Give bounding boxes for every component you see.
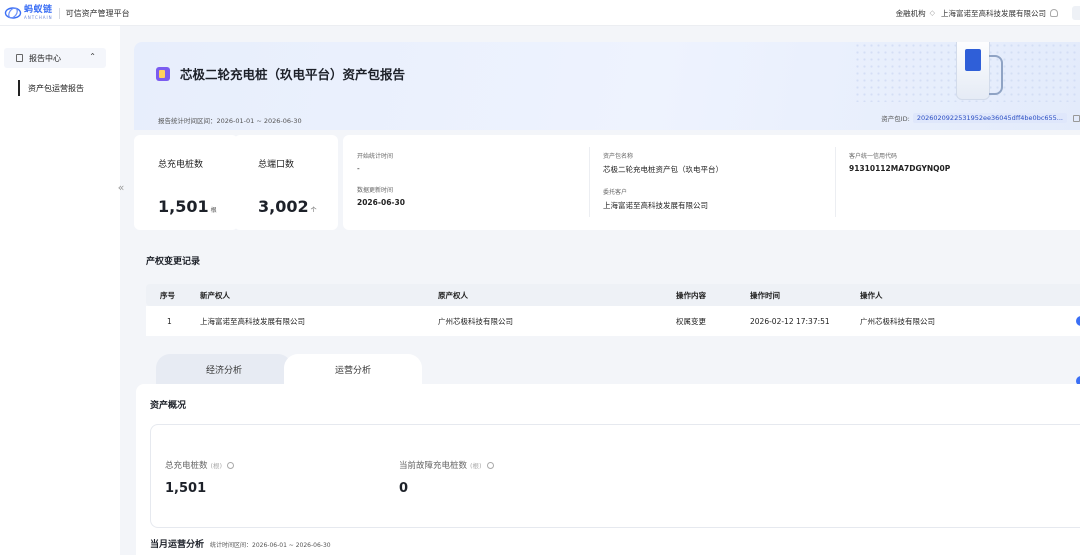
report-meta-row: 报告统计时间区间：2026-01-01 ~ 2026-06-30 资产包ID: … bbox=[134, 107, 1080, 131]
logo-name: 蚂蚁链 bbox=[24, 5, 53, 15]
table-cell: 广州芯极科技有限公司 bbox=[860, 316, 935, 326]
overview-total-piles: 总充电桩数 (根) 1,501 bbox=[165, 459, 235, 496]
asset-info-card: 开始统计时间 - 数据更新时间 2026-06-30 资产包名称 芯极二轮充电桩… bbox=[343, 135, 1080, 230]
table-cell: 权属变更 bbox=[676, 316, 706, 326]
stat-unit: 个 bbox=[310, 207, 317, 214]
divider bbox=[589, 147, 590, 217]
info-value: 91310112MA7DGYNQ0P bbox=[849, 164, 951, 173]
info-value: 2026-06-30 bbox=[357, 198, 405, 207]
ownership-section-title: 产权变更记录 bbox=[146, 257, 201, 267]
logo-divider bbox=[58, 7, 60, 19]
sidebar-item-asset-report[interactable]: 资产包运营报告 bbox=[18, 80, 84, 96]
overview-label: 总充电桩数 bbox=[165, 461, 208, 471]
stat-value: 3,002 个 bbox=[258, 197, 317, 216]
report-period: 报告统计时间区间：2026-01-01 ~ 2026-06-30 bbox=[158, 117, 302, 125]
monthly-analysis-header: 当月运营分析 统计时间区间：2026-06-01 ~ 2026-06-30 bbox=[150, 537, 331, 550]
copy-icon[interactable] bbox=[1073, 114, 1080, 122]
table-header: 序号 新产权人 原产权人 操作内容 操作时间 操作人 bbox=[146, 284, 1080, 306]
stat-value: 1,501 根 bbox=[158, 197, 217, 216]
info-label: 客户统一信用代码 bbox=[849, 153, 898, 160]
col-header: 原产权人 bbox=[438, 290, 468, 300]
operation-panel: 资产概况 总充电桩数 (根) 1,501 当前故障充电桩数 (根) 0 bbox=[136, 384, 1080, 555]
info-credit-code: 客户统一信用代码 91310112MA7DGYNQ0P bbox=[849, 151, 950, 173]
stat-number: 1,501 bbox=[158, 197, 209, 216]
sidebar-group-report-center[interactable]: 报告中心 ⌃ bbox=[4, 48, 106, 68]
info-package: 资产包名称 芯极二轮充电桩资产包（玖电平台） 委托客户 上海富诺至高科技发展有限… bbox=[603, 151, 723, 211]
logo[interactable]: 蚂蚁链 ANTCHAIN 可信资产管理平台 bbox=[4, 4, 130, 22]
analysis-tabs: 经济分析 运营分析 bbox=[146, 354, 1080, 386]
sidebar: 报告中心 ⌃ 资产包运营报告 bbox=[0, 26, 120, 555]
col-header: 新产权人 bbox=[200, 290, 230, 300]
sidebar-group-label: 报告中心 bbox=[29, 53, 61, 63]
overview-value: 0 bbox=[399, 481, 409, 496]
platform-name: 可信资产管理平台 bbox=[65, 8, 130, 18]
page-title: 芯极二轮充电桩（玖电平台）资产包报告 bbox=[180, 67, 406, 82]
table-cell: 2026-02-12 17:37:51 bbox=[750, 316, 830, 326]
overview-unit: (根) bbox=[470, 462, 482, 470]
stat-label: 总端口数 bbox=[258, 160, 295, 170]
logo-subname: ANTCHAIN bbox=[24, 15, 53, 20]
avatar[interactable] bbox=[1072, 6, 1080, 20]
asset-id: 资产包ID: 2026020922531952ee36045dff4be0bc6… bbox=[881, 113, 1080, 123]
asset-id-value: 2026020922531952ee36045dff4be0bc655... bbox=[912, 113, 1067, 123]
table-cell: 上海富诺至高科技发展有限公司 bbox=[200, 316, 305, 326]
ownership-table: 序号 新产权人 原产权人 操作内容 操作时间 操作人 1 上海富诺至高科技发展有… bbox=[146, 284, 1080, 336]
overview-label: 当前故障充电桩数 bbox=[399, 461, 468, 471]
info-value: - bbox=[357, 164, 360, 173]
divider bbox=[835, 147, 836, 217]
charging-pile-illustration bbox=[956, 42, 1003, 100]
info-value: 上海富诺至高科技发展有限公司 bbox=[603, 201, 708, 210]
info-label: 资产包名称 bbox=[603, 153, 634, 160]
info-label: 数据更新时间 bbox=[357, 187, 394, 194]
col-header: 操作内容 bbox=[676, 290, 706, 300]
table-row[interactable]: 1 上海富诺至高科技发展有限公司 广州芯极科技有限公司 权属变更 2026-02… bbox=[146, 306, 1080, 336]
report-icon bbox=[16, 54, 23, 62]
floating-handle-icon[interactable] bbox=[1076, 316, 1080, 326]
table-cell: 1 bbox=[167, 316, 172, 326]
top-bar: 蚂蚁链 ANTCHAIN 可信资产管理平台 金融机构 ◇ 上海富诺至高科技发展有… bbox=[0, 0, 1080, 26]
col-header: 操作时间 bbox=[750, 290, 780, 300]
overview-fault-piles: 当前故障充电桩数 (根) 0 bbox=[399, 459, 494, 496]
notification-icon[interactable] bbox=[1050, 9, 1058, 17]
info-label: 开始统计时间 bbox=[357, 153, 394, 160]
asset-overview-box: 总充电桩数 (根) 1,501 当前故障充电桩数 (根) 0 bbox=[150, 424, 1080, 528]
asset-id-label: 资产包ID: bbox=[881, 115, 910, 123]
tab-operation-analysis[interactable]: 运营分析 bbox=[284, 354, 422, 384]
org-type-selector[interactable]: 金融机构 bbox=[896, 8, 926, 19]
org-switch-icon[interactable]: ◇ bbox=[930, 9, 935, 17]
collapse-sidebar-icon[interactable]: « bbox=[114, 182, 128, 196]
info-icon[interactable] bbox=[227, 461, 235, 469]
overview-title: 资产概况 bbox=[150, 401, 187, 411]
overview-unit: (根) bbox=[210, 462, 223, 470]
stat-label: 总充电桩数 bbox=[158, 160, 204, 170]
monthly-period: 统计时间区间：2026-06-01 ~ 2026-06-30 bbox=[210, 542, 331, 549]
report-title-icon bbox=[156, 66, 170, 81]
chevron-up-icon[interactable]: ⌃ bbox=[89, 52, 96, 61]
company-name[interactable]: 上海富诺至高科技发展有限公司 bbox=[941, 8, 1046, 19]
info-icon[interactable] bbox=[486, 461, 494, 469]
stat-number: 3,002 bbox=[258, 197, 309, 216]
sidebar-item-label: 资产包运营报告 bbox=[28, 83, 84, 93]
stat-card-piles: 总充电桩数 1,501 根 bbox=[134, 135, 238, 230]
info-start-time: 开始统计时间 - 数据更新时间 2026-06-30 bbox=[357, 151, 405, 207]
info-value: 芯极二轮充电桩资产包（玖电平台） bbox=[603, 165, 723, 174]
stat-unit: 根 bbox=[210, 207, 217, 214]
monthly-title: 当月运营分析 bbox=[150, 540, 205, 550]
stat-card-ports: 总端口数 3,002 个 bbox=[234, 135, 338, 230]
overview-value: 1,501 bbox=[165, 481, 207, 496]
antchain-logo-icon bbox=[4, 6, 22, 20]
info-label: 委托客户 bbox=[603, 189, 628, 196]
col-header: 序号 bbox=[160, 290, 175, 300]
table-cell: 广州芯极科技有限公司 bbox=[438, 316, 513, 326]
col-header: 操作人 bbox=[860, 290, 883, 300]
tab-economic-analysis[interactable]: 经济分析 bbox=[156, 354, 292, 384]
